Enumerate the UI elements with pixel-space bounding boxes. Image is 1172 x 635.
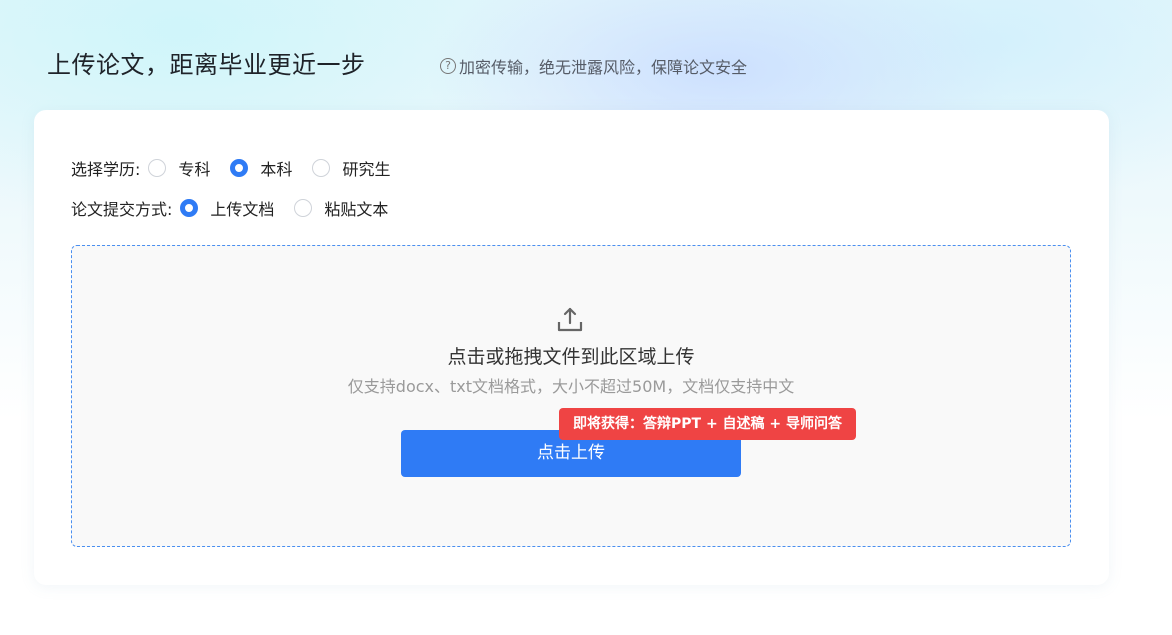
radio-label: 本科 xyxy=(260,160,293,179)
upload-icon xyxy=(557,307,583,332)
radio-circle-checked[interactable] xyxy=(180,199,199,217)
radio-circle[interactable] xyxy=(312,159,331,177)
radio-circle[interactable] xyxy=(294,199,313,217)
education-row: 选择学历: 专科 本科 研究生 xyxy=(71,155,410,181)
radio-label: 专科 xyxy=(178,160,211,179)
security-note-text: 加密传输，绝无泄露风险，保障论文安全 xyxy=(459,58,748,77)
radio-option-yanjiusheng[interactable]: 研究生 xyxy=(312,156,390,180)
file-dropzone[interactable]: 点击或拖拽文件到此区域上传 仅支持docx、txt文档格式，大小不超过50M，文… xyxy=(71,245,1071,547)
radio-label: 上传文档 xyxy=(210,200,275,219)
radio-option-zhuanke[interactable]: 专科 xyxy=(148,156,210,180)
promo-badge: 即将获得：答辩PPT + 自述稿 + 导师问答 xyxy=(559,408,857,440)
dropzone-title: 点击或拖拽文件到此区域上传 xyxy=(447,346,695,368)
submit-method-label: 论文提交方式: xyxy=(71,200,173,219)
radio-option-benke[interactable]: 本科 xyxy=(230,156,292,180)
submit-method-row: 论文提交方式: 上传文档 粘贴文本 xyxy=(71,195,408,221)
radio-option-paste-text[interactable]: 粘贴文本 xyxy=(294,196,388,220)
page-title: 上传论文，距离毕业更近一步 xyxy=(47,51,366,79)
help-circle-icon[interactable]: ? xyxy=(440,58,456,74)
radio-circle[interactable] xyxy=(148,159,167,177)
education-label: 选择学历: xyxy=(71,160,141,179)
security-note: ? 加密传输，绝无泄露风险，保障论文安全 xyxy=(440,54,747,78)
radio-option-upload-doc[interactable]: 上传文档 xyxy=(180,196,274,220)
upload-card: 选择学历: 专科 本科 研究生 论文提交方式: 上传文档 粘贴文本 点击或拖拽文… xyxy=(34,110,1109,585)
radio-label: 粘贴文本 xyxy=(324,200,389,219)
radio-circle-checked[interactable] xyxy=(230,159,249,177)
radio-label: 研究生 xyxy=(342,160,391,179)
dropzone-hint: 仅支持docx、txt文档格式，大小不超过50M，文档仅支持中文 xyxy=(347,377,795,396)
